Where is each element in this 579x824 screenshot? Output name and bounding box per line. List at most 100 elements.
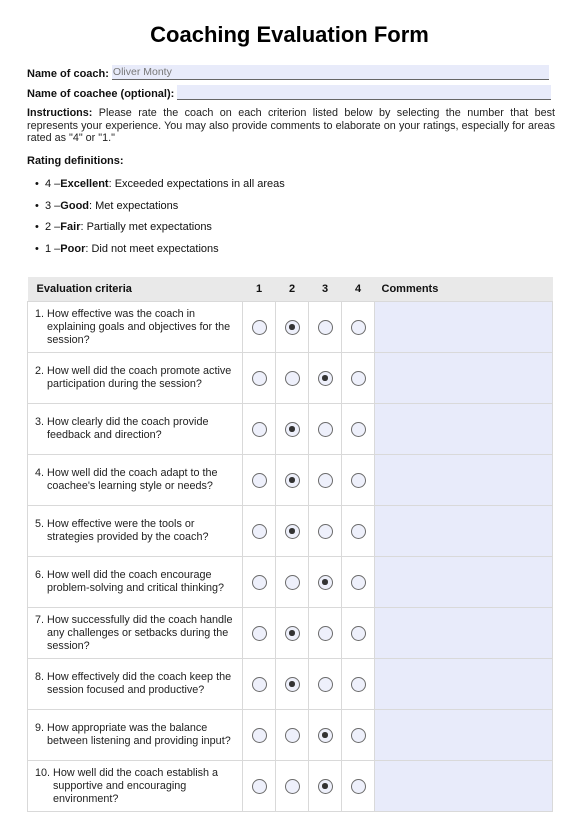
rating-radio-2[interactable] <box>284 319 300 335</box>
criterion-cell: 2. How well did the coach promote active … <box>27 352 243 404</box>
rating-definitions-list: • 4 – Excellent: Exceeded expectations in… <box>35 178 285 264</box>
comment-field[interactable] <box>374 352 553 404</box>
rating-radio-3[interactable] <box>317 574 333 590</box>
rating-cell-3 <box>308 403 342 455</box>
coachee-name-input[interactable] <box>177 85 552 100</box>
criterion-text: How effectively did the coach keep the s… <box>47 671 232 696</box>
rating-radio-4[interactable] <box>350 319 366 335</box>
rating-cell-4 <box>341 658 375 710</box>
criterion-text: How effective were the tools or strategi… <box>47 518 209 543</box>
rating-cell-4 <box>341 454 375 506</box>
comment-field[interactable] <box>374 505 553 557</box>
table-row: 5. How effective were the tools or strate… <box>27 505 553 557</box>
rating-radio-4[interactable] <box>350 778 366 794</box>
rating-definition-term: Poor <box>60 242 86 255</box>
rating-cell-1 <box>242 454 276 506</box>
rating-cell-1 <box>242 760 276 812</box>
comment-field[interactable] <box>374 403 553 455</box>
rating-radio-3[interactable] <box>317 421 333 437</box>
rating-radio-2[interactable] <box>284 370 300 386</box>
rating-cell-2 <box>275 760 309 812</box>
rating-cell-4 <box>341 607 375 659</box>
rating-radio-2[interactable] <box>284 574 300 590</box>
rating-radio-2[interactable] <box>284 421 300 437</box>
rating-radio-4[interactable] <box>350 574 366 590</box>
instructions-label: Instructions: <box>27 107 93 119</box>
criterion-text: How well did the coach establish a suppo… <box>53 766 219 805</box>
criterion-cell: 4. How well did the coach adapt to the co… <box>27 454 243 506</box>
rating-radio-2[interactable] <box>284 778 300 794</box>
rating-radio-3[interactable] <box>317 778 333 794</box>
comment-field[interactable] <box>374 301 553 353</box>
criterion-cell: 9. How appropriate was the balance betwee… <box>27 709 243 761</box>
rating-cell-4 <box>341 505 375 557</box>
rating-radio-2[interactable] <box>284 523 300 539</box>
criterion-number: 6. <box>35 569 45 581</box>
header-criteria: Evaluation criteria <box>27 277 243 302</box>
coach-name-label: Name of coach: <box>27 68 109 80</box>
rating-cell-4 <box>341 403 375 455</box>
comment-field[interactable] <box>374 454 553 506</box>
rating-radio-2[interactable] <box>284 676 300 692</box>
rating-radio-4[interactable] <box>350 523 366 539</box>
rating-radio-4[interactable] <box>350 421 366 437</box>
rating-cell-2 <box>275 352 309 404</box>
rating-radio-1[interactable] <box>251 472 267 488</box>
rating-cell-3 <box>308 607 342 659</box>
rating-cell-1 <box>242 556 276 608</box>
rating-cell-4 <box>341 301 375 353</box>
criterion-text: How effective was the coach in explainin… <box>47 307 231 346</box>
comment-field[interactable] <box>374 709 553 761</box>
rating-radio-1[interactable] <box>251 625 267 641</box>
rating-radio-1[interactable] <box>251 319 267 335</box>
rating-radio-1[interactable] <box>251 523 267 539</box>
comment-field[interactable] <box>374 658 553 710</box>
rating-radio-4[interactable] <box>350 727 366 743</box>
rating-radio-2[interactable] <box>284 472 300 488</box>
coach-name-input[interactable]: Oliver Monty <box>111 65 549 80</box>
rating-radio-3[interactable] <box>317 625 333 641</box>
rating-radio-4[interactable] <box>350 370 366 386</box>
comment-field[interactable] <box>374 556 553 608</box>
comment-field[interactable] <box>374 760 553 812</box>
criterion-text: How successfully did the coach handle an… <box>47 613 233 652</box>
rating-cell-1 <box>242 658 276 710</box>
rating-radio-1[interactable] <box>251 421 267 437</box>
rating-cell-4 <box>341 709 375 761</box>
rating-definition-term: Fair <box>60 221 81 233</box>
rating-radio-3[interactable] <box>317 472 333 488</box>
rating-cell-3 <box>308 658 342 710</box>
rating-radio-3[interactable] <box>317 319 333 335</box>
rating-radio-2[interactable] <box>284 727 300 743</box>
rating-cell-2 <box>275 709 309 761</box>
rating-radio-1[interactable] <box>251 676 267 692</box>
rating-radio-3[interactable] <box>317 523 333 539</box>
header-rating-2: 2 <box>275 277 309 302</box>
criterion-cell: 3. How clearly did the coach provide feed… <box>27 403 243 455</box>
criterion-text: How appropriate was the balance between … <box>47 722 231 747</box>
rating-radio-3[interactable] <box>317 370 333 386</box>
rating-cell-1 <box>242 301 276 353</box>
rating-radio-1[interactable] <box>251 727 267 743</box>
criterion-number: 8. <box>35 671 45 683</box>
comment-field[interactable] <box>374 607 553 659</box>
rating-definitions-heading: Rating definitions: <box>27 155 124 167</box>
rating-definition-number: 2 – <box>45 221 61 233</box>
rating-cell-2 <box>275 607 309 659</box>
rating-radio-4[interactable] <box>350 472 366 488</box>
rating-radio-1[interactable] <box>251 778 267 794</box>
criterion-cell: 5. How effective were the tools or strate… <box>27 505 243 557</box>
table-row: 9. How appropriate was the balance betwee… <box>27 709 553 761</box>
rating-radio-4[interactable] <box>350 625 366 641</box>
rating-radio-4[interactable] <box>350 676 366 692</box>
rating-radio-1[interactable] <box>251 370 267 386</box>
rating-radio-1[interactable] <box>251 574 267 590</box>
rating-radio-3[interactable] <box>317 676 333 692</box>
table-row: 7. How successfully did the coach handle … <box>27 607 553 659</box>
header-comments: Comments <box>374 277 553 302</box>
criterion-cell: 8. How effectively did the coach keep the… <box>27 658 243 710</box>
rating-cell-4 <box>341 760 375 812</box>
rating-radio-3[interactable] <box>317 727 333 743</box>
header-rating-3: 3 <box>308 277 342 302</box>
rating-radio-2[interactable] <box>284 625 300 641</box>
